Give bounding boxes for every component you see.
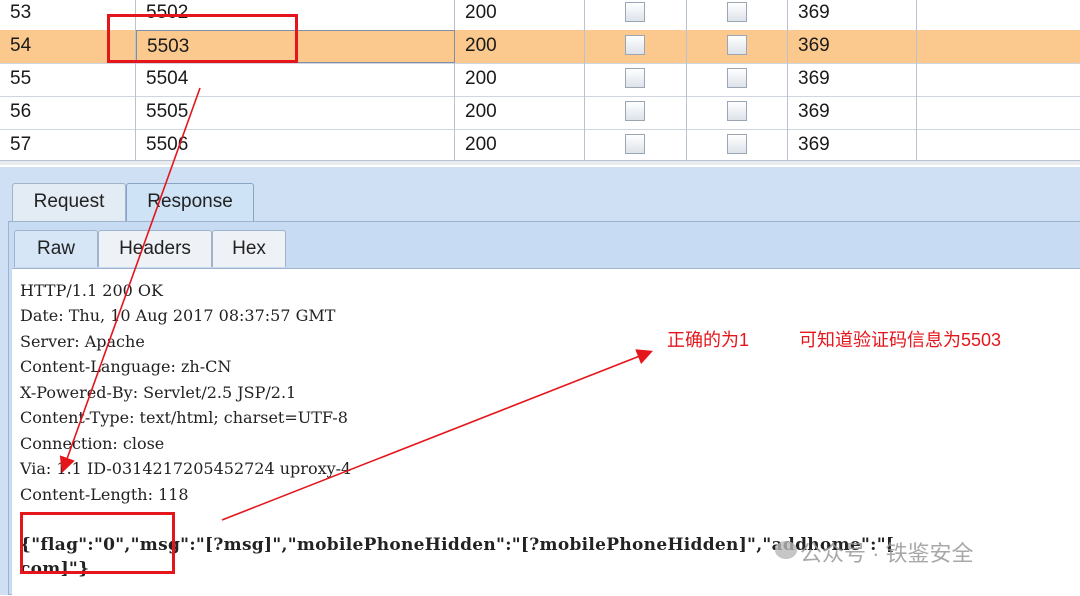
annotation-note-code: 可知道验证码信息为5503 [799,330,1002,350]
watermark-text: 公众号 · 铁鉴安全 [800,541,974,566]
annotation-note-correct: 正确的为1 [667,330,750,350]
annotation-arrows [59,87,653,521]
wechat-icon [775,541,797,559]
arrow-to-via-line [59,87,201,474]
arrow-to-note [221,349,653,521]
